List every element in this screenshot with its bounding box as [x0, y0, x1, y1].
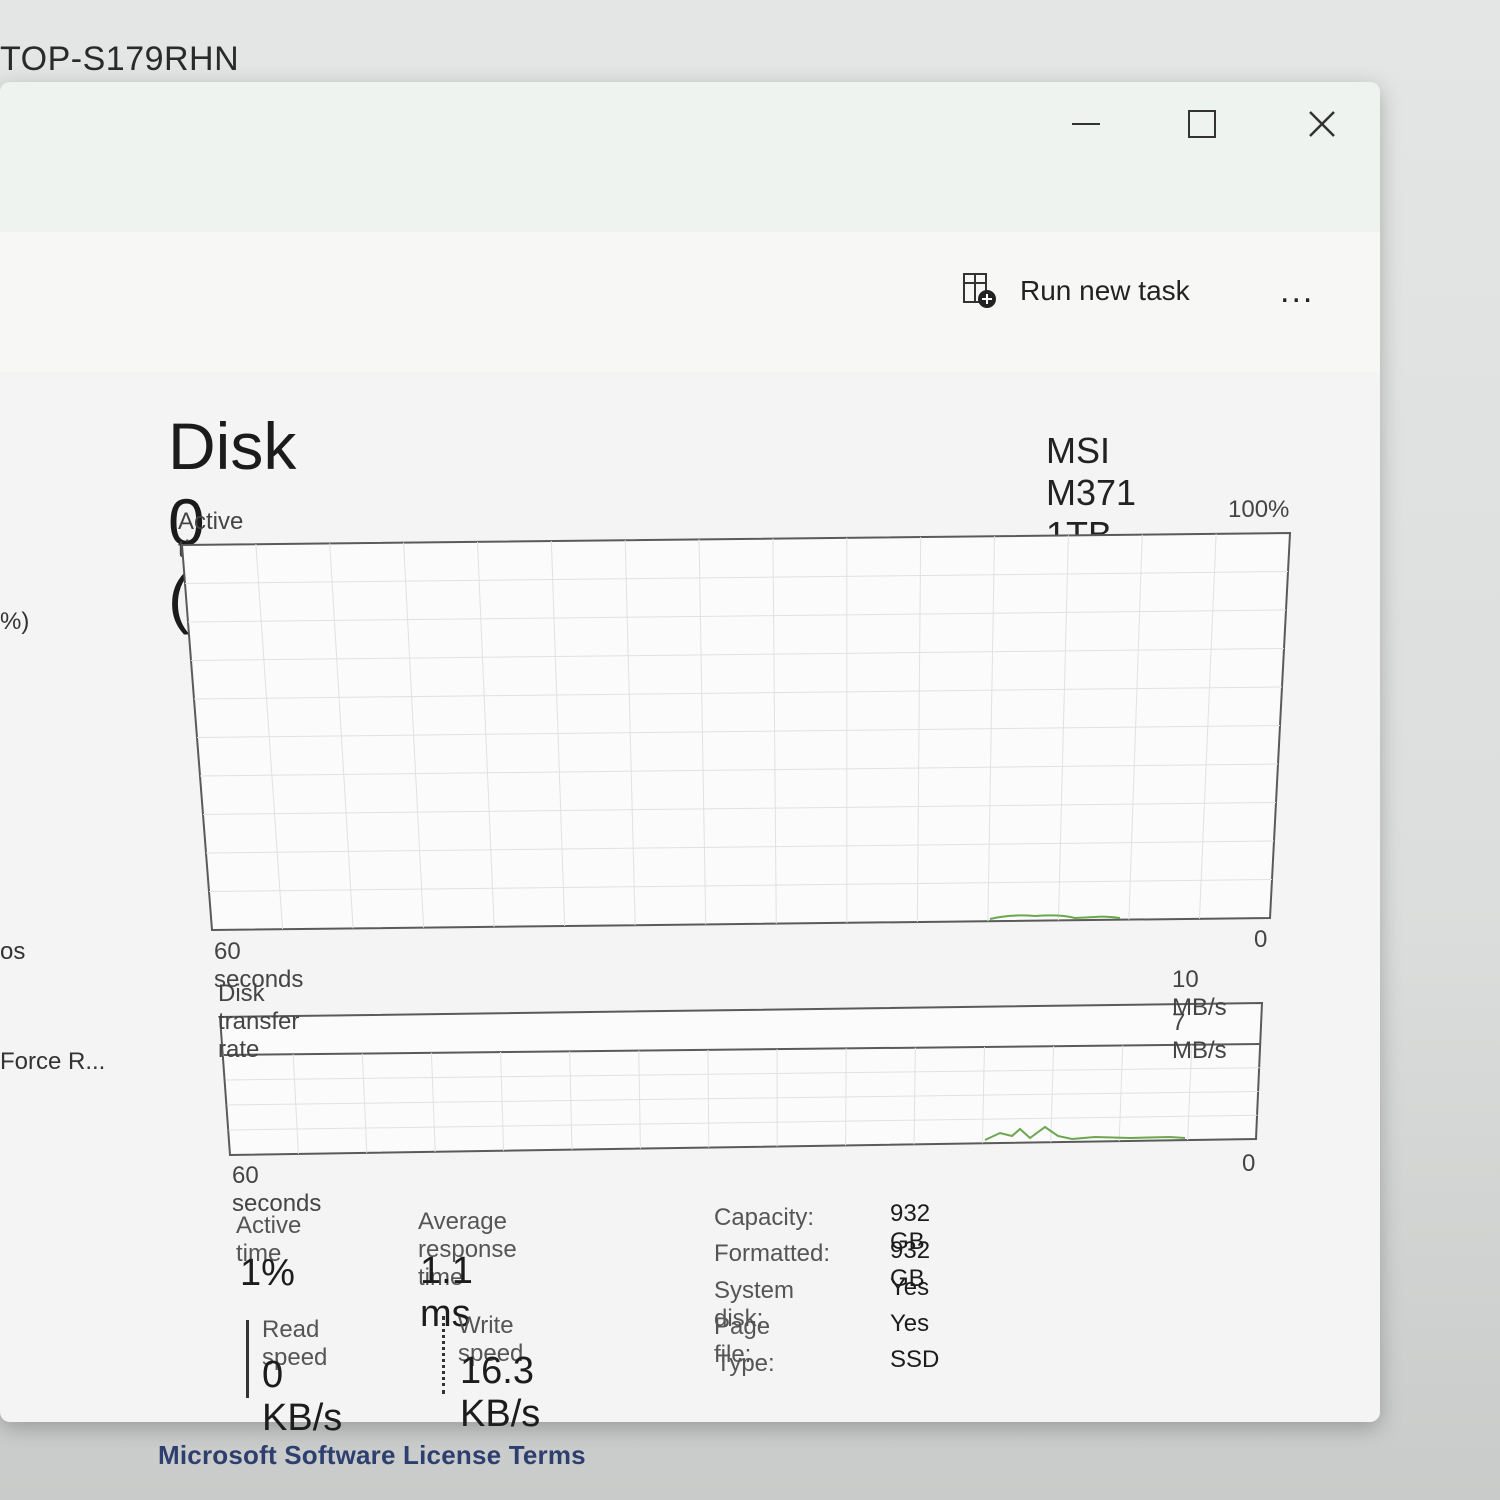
active-time-stat-value: 1%	[240, 1252, 295, 1294]
transfer-x-label: 60 seconds	[232, 1162, 322, 1217]
system-disk-value: Yes	[890, 1274, 930, 1301]
transfer-line-label: 7 MB/s	[1172, 1009, 1227, 1064]
write-speed-indicator	[442, 1316, 445, 1394]
license-terms-link[interactable]: Microsoft Software License Terms	[158, 1440, 586, 1471]
page-file-value: Yes	[890, 1310, 930, 1337]
active-time-graph	[180, 531, 1292, 932]
capacity-label: Capacity:	[714, 1204, 815, 1231]
read-speed-indicator	[246, 1320, 249, 1398]
disk-transfer-graph	[218, 1001, 1264, 1157]
type-value: SSD	[890, 1346, 940, 1373]
transfer-chart-label: Disk transfer rate	[218, 980, 300, 1063]
type-label: Type:	[716, 1350, 775, 1377]
write-speed-value: 16.3 KB/s	[460, 1350, 541, 1435]
read-speed-value: 0 KB/s	[262, 1354, 343, 1439]
active-time-min-label: 0	[1254, 926, 1268, 953]
transfer-min-label: 0	[1242, 1150, 1256, 1177]
formatted-label: Formatted:	[714, 1240, 831, 1267]
disk-graphs	[180, 531, 1292, 1157]
